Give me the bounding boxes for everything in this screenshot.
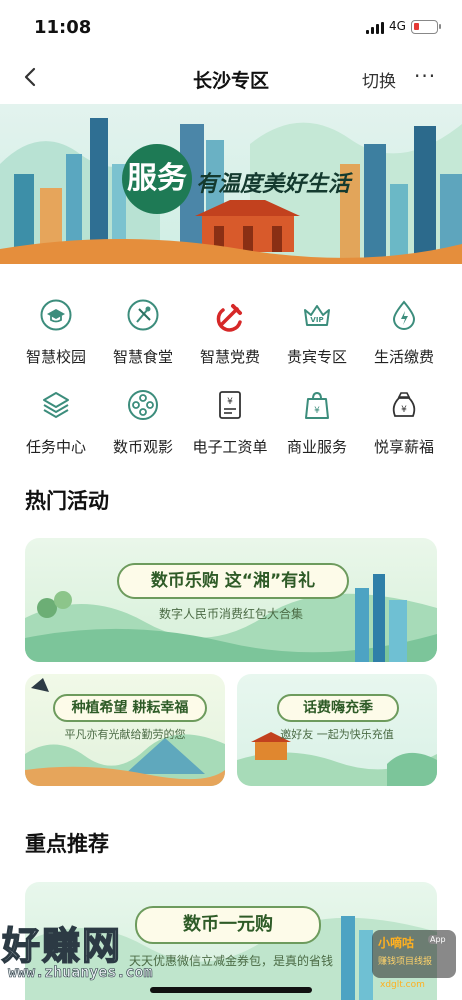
graduation-cap-icon xyxy=(40,299,72,331)
svg-text:VIP: VIP xyxy=(310,316,323,324)
svg-text:¥: ¥ xyxy=(227,397,233,407)
service-life-payment[interactable]: 生活缴费 xyxy=(358,298,450,367)
watermark-site: xdglt.com xyxy=(380,980,425,990)
money-bag-icon: ¥ xyxy=(392,392,416,417)
service-vip-zone[interactable]: VIP 贵宾专区 xyxy=(271,298,363,367)
status-time: 11:08 xyxy=(34,17,92,38)
payslip-icon: ¥ xyxy=(219,391,241,419)
service-salary-benefits[interactable]: ¥ 悦享薪福 xyxy=(358,388,450,457)
promo-subtitle: 邀好友 一起为快乐充值 xyxy=(280,728,394,741)
slogan-text: 有温度美好生活 xyxy=(196,171,351,197)
promo-title: 种植希望 耕耘幸福 xyxy=(53,694,207,722)
hot-activities-title: 热门活动 xyxy=(25,489,109,513)
shopping-bag-icon: ¥ xyxy=(305,391,329,419)
service-label: 数币观影 xyxy=(112,438,173,456)
service-label: 生活缴费 xyxy=(373,348,434,366)
promo-subtitle: 数字人民币消费红包大合集 xyxy=(158,607,303,621)
promo-title: 数币乐购 这“湘”有礼 xyxy=(117,563,349,599)
watermark-name: 小嘀咕 xyxy=(378,936,415,950)
promo-card-dcep-shopping[interactable]: 数币乐购 这“湘”有礼 数字人民币消费红包大合集 xyxy=(25,538,437,662)
watermark-sub: 赚钱项目线报 xyxy=(378,957,433,967)
service-smart-campus[interactable]: 智慧校园 xyxy=(10,298,102,367)
watermark-app-tag: App xyxy=(428,935,448,944)
lightning-drop-icon xyxy=(392,300,416,330)
service-label: 商业服务 xyxy=(286,438,347,456)
service-label: 智慧校园 xyxy=(25,348,86,366)
promo-subtitle: 平凡亦有光献给勤劳的您 xyxy=(64,728,186,741)
service-label: 贵宾专区 xyxy=(286,348,347,366)
switch-city-button[interactable]: 切换 xyxy=(362,67,396,92)
featured-title: 重点推荐 xyxy=(25,832,109,856)
navigation-bar: 长沙专区 切换 ··· xyxy=(0,54,462,102)
hammer-sickle-icon xyxy=(216,304,242,332)
promo-title: 话费嗨充季 xyxy=(277,694,399,722)
service-smart-canteen[interactable]: 智慧食堂 xyxy=(97,298,189,367)
watermark-right: 小嘀咕 App 赚钱项目线报 xdglt.com xyxy=(372,930,456,990)
city-banner[interactable]: 服务 有温度美好生活 xyxy=(0,104,462,264)
service-dcep-movies[interactable]: 数币观影 xyxy=(97,388,189,457)
battery-icon xyxy=(411,20,441,34)
svg-text:¥: ¥ xyxy=(314,406,320,416)
watermark-url: www.zhuanyes.com xyxy=(8,963,153,982)
film-reel-icon xyxy=(128,390,158,420)
service-smart-party-fee[interactable]: 智慧党费 xyxy=(184,298,276,367)
slogan-badge: 服务 xyxy=(122,144,192,214)
watermark-brand: 好赚网 xyxy=(1,923,123,969)
service-label: 智慧食堂 xyxy=(112,348,173,366)
service-label: 电子工资单 xyxy=(192,438,268,456)
service-task-center[interactable]: 任务中心 xyxy=(10,388,102,457)
promo-card-phone-recharge[interactable]: 话费嗨充季 邀好友 一起为快乐充值 xyxy=(237,674,437,786)
service-label: 任务中心 xyxy=(25,438,86,456)
layers-icon xyxy=(43,392,69,419)
more-menu-button[interactable]: ··· xyxy=(414,64,436,88)
service-label: 智慧党费 xyxy=(199,348,260,366)
status-bar: 11:08 4G xyxy=(0,0,462,54)
signal-icon xyxy=(366,22,384,34)
svg-text:¥: ¥ xyxy=(401,405,407,415)
watermark-left: 好赚网 www.zhuanyes.com xyxy=(0,905,230,1000)
service-commercial[interactable]: ¥ 商业服务 xyxy=(271,388,363,457)
service-label: 悦享薪福 xyxy=(373,438,434,456)
banner-slogan: 服务 有温度美好生活 xyxy=(122,144,352,214)
home-indicator[interactable] xyxy=(150,987,312,993)
landscape-illustration xyxy=(25,574,437,662)
service-e-payslip[interactable]: ¥ 电子工资单 xyxy=(184,388,276,457)
vip-crown-icon: VIP xyxy=(304,305,330,326)
promo-card-planting-hope[interactable]: 种植希望 耕耘幸福 平凡亦有光献给勤劳的您 xyxy=(25,674,225,786)
network-label: 4G xyxy=(389,19,406,33)
fork-knife-icon xyxy=(127,299,159,331)
